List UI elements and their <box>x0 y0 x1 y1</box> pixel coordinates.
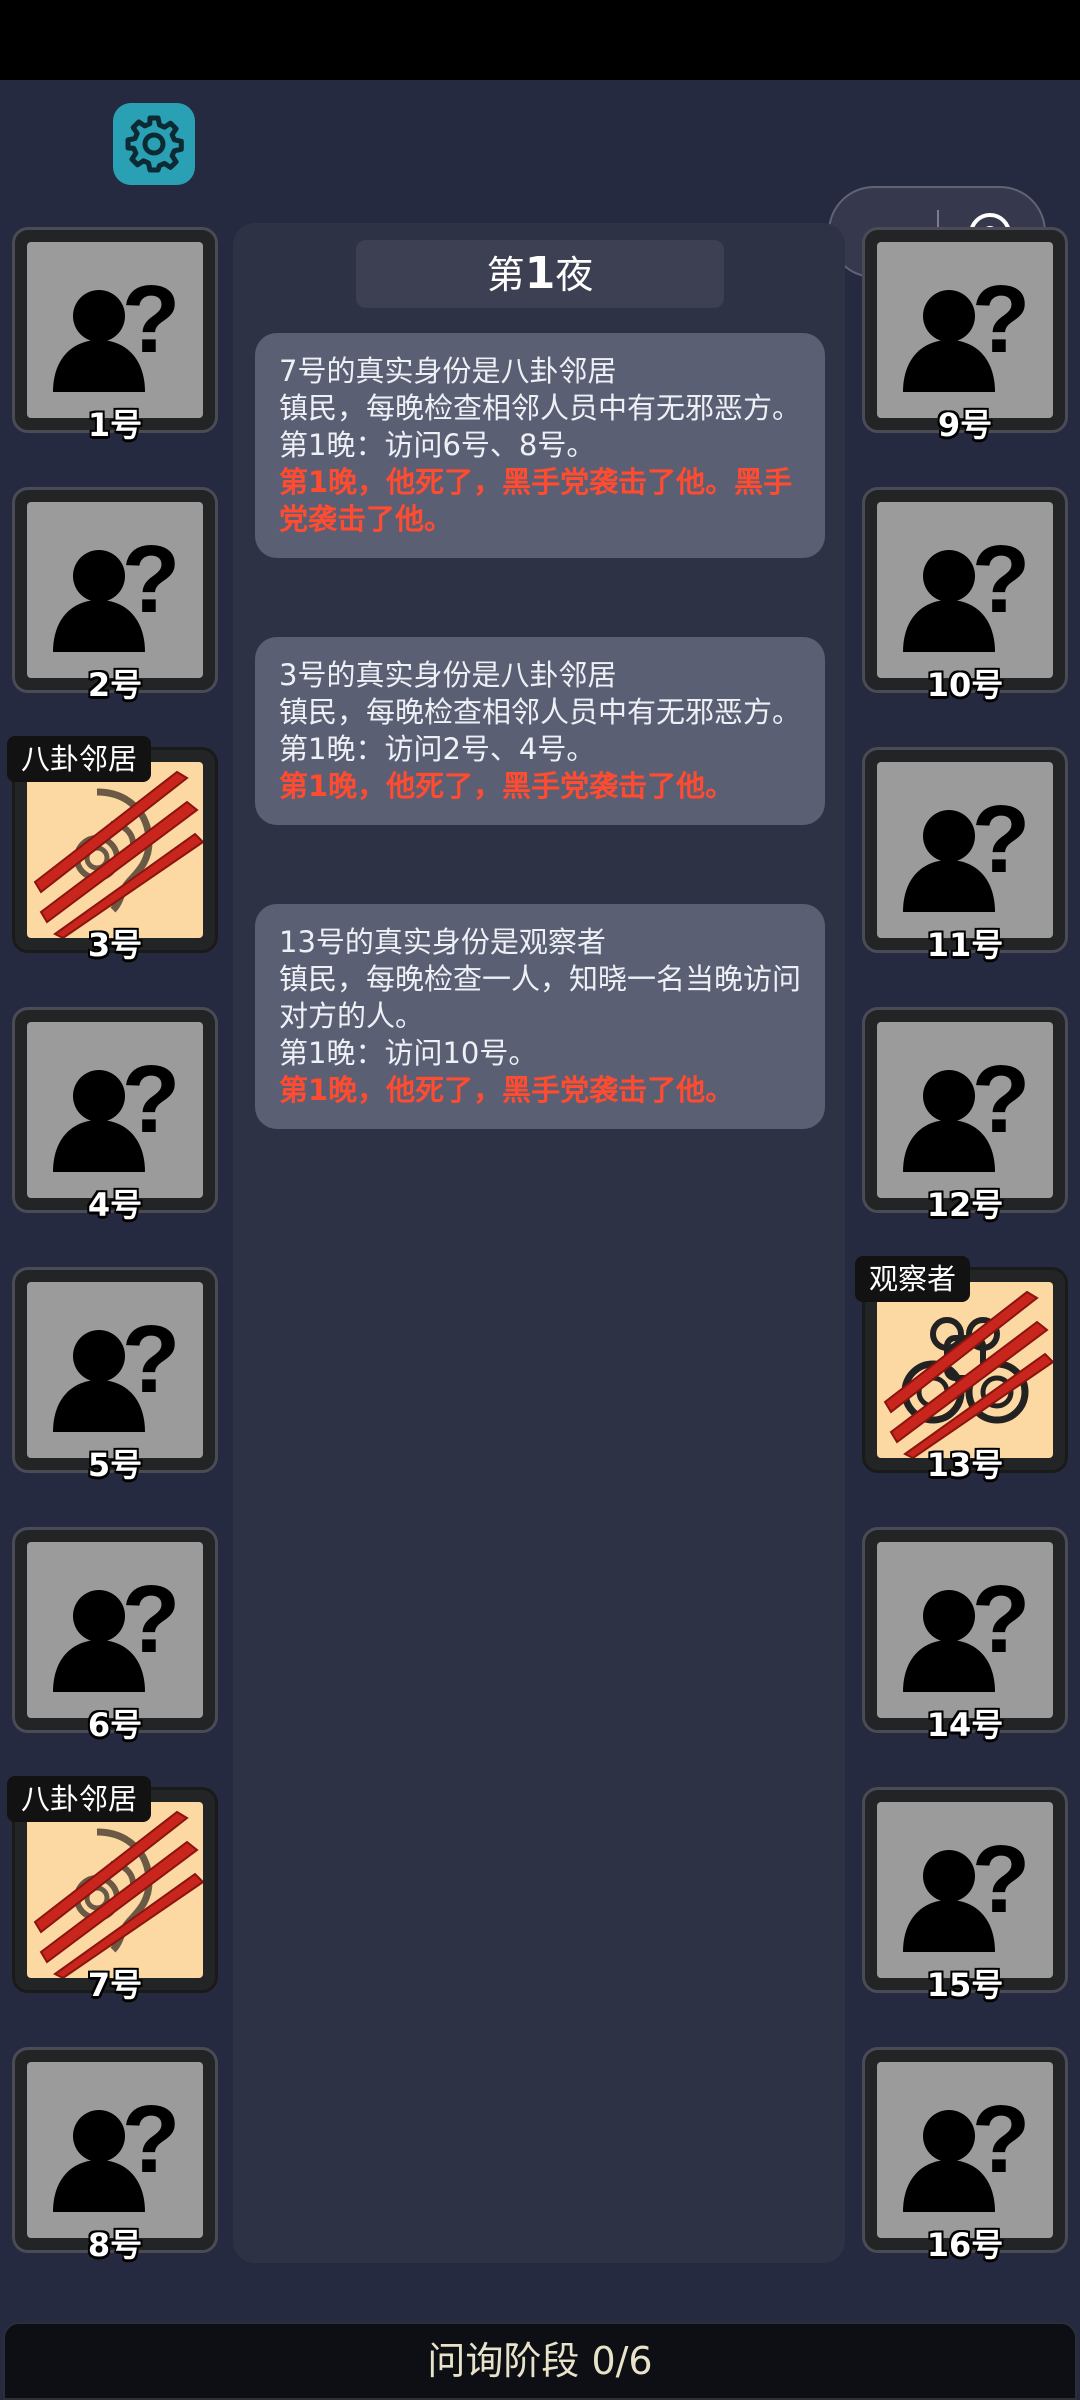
player-number: 15号 <box>926 1966 1004 2004</box>
player-slot[interactable]: 观察者 13号 <box>855 1256 1068 1484</box>
unknown-player-icon: ? <box>877 1022 1053 1198</box>
player-number: 14号 <box>926 1706 1004 1744</box>
player-slot[interactable]: ? 8号 <box>12 2047 218 2264</box>
unknown-player-icon: ? <box>27 1542 203 1718</box>
report-visit: 第1晚：访问6号、8号。 <box>279 428 596 462</box>
status-bar <box>0 0 1080 80</box>
unknown-player-icon: ? <box>27 242 203 418</box>
svg-text:?: ? <box>972 1046 1031 1153</box>
report-identity: 3号的真实身份是八卦邻居 <box>279 658 617 692</box>
report-role-desc: 镇民，每晚检查一人，知晓一名当晚访问对方的人。 <box>279 962 802 1033</box>
report-visit: 第1晚：访问10号。 <box>279 1036 538 1070</box>
player-number: 16号 <box>926 2226 1004 2264</box>
player-slot[interactable]: 八卦邻居 3号 <box>7 736 218 964</box>
player-number: 11号 <box>926 926 1004 964</box>
report-visit: 第1晚：访问2号、4号。 <box>279 732 596 766</box>
player-slot[interactable]: ? 10号 <box>862 487 1068 704</box>
svg-text:?: ? <box>972 1566 1031 1673</box>
player-slot[interactable]: ? 12号 <box>862 1007 1068 1224</box>
player-slot[interactable]: ? 6号 <box>12 1527 218 1744</box>
svg-text:?: ? <box>122 1046 181 1153</box>
role-tag: 八卦邻居 <box>7 1776 152 1822</box>
role-tag: 观察者 <box>855 1256 971 1302</box>
report-card: 3号的真实身份是八卦邻居 镇民，每晚检查相邻人员中有无邪恶方。 第1晚：访问2号、4… <box>255 637 825 825</box>
report-identity: 7号的真实身份是八卦邻居 <box>279 354 617 388</box>
report-death: 第1晚，他死了，黑手党袭击了他。黑手党袭击了他。 <box>279 465 793 536</box>
player-slot[interactable]: ? 2号 <box>12 487 218 704</box>
player-number: 2号 <box>87 666 143 704</box>
svg-text:?: ? <box>972 2086 1031 2193</box>
unknown-player-icon: ? <box>27 502 203 678</box>
player-number: 6号 <box>87 1706 143 1744</box>
player-slot[interactable]: ? 16号 <box>862 2047 1068 2264</box>
player-slot[interactable]: ? 11号 <box>862 747 1068 964</box>
phase-label: 问询阶段 0/6 <box>427 2339 653 2383</box>
player-slot[interactable]: ? 1号 <box>12 227 218 444</box>
player-number: 10号 <box>926 666 1004 704</box>
report-card: 7号的真实身份是八卦邻居 镇民，每晚检查相邻人员中有无邪恶方。 第1晚：访问6号、8… <box>255 333 825 558</box>
player-number: 1号 <box>87 406 143 444</box>
svg-text:?: ? <box>972 526 1031 633</box>
player-slot[interactable]: ? 9号 <box>862 227 1068 444</box>
settings-button[interactable] <box>113 103 195 185</box>
unknown-player-icon: ? <box>27 2062 203 2238</box>
unknown-player-icon: ? <box>27 1022 203 1198</box>
player-slot[interactable]: ? 14号 <box>862 1527 1068 1744</box>
player-number: 5号 <box>87 1446 143 1484</box>
player-slot[interactable]: ? 15号 <box>862 1787 1068 2004</box>
unknown-player-icon: ? <box>27 1282 203 1458</box>
report-card: 13号的真实身份是观察者 镇民，每晚检查一人，知晓一名当晚访问对方的人。 第1晚：访… <box>255 904 825 1129</box>
unknown-player-icon: ? <box>877 1542 1053 1718</box>
unknown-player-icon: ? <box>877 1802 1053 1978</box>
phase-status-bar: 问询阶段 0/6 <box>3 2322 1077 2400</box>
ear-icon <box>27 762 203 938</box>
report-death: 第1晚，他死了，黑手党袭击了他。 <box>279 769 735 803</box>
role-tag: 八卦邻居 <box>7 736 152 782</box>
svg-text:?: ? <box>122 1306 181 1413</box>
player-slot[interactable]: ? 5号 <box>12 1267 218 1484</box>
night-title: 第1夜 <box>356 240 724 308</box>
player-slot[interactable]: 八卦邻居 7号 <box>7 1776 218 2004</box>
binoculars-icon <box>877 1282 1053 1458</box>
player-number: 8号 <box>87 2226 143 2264</box>
svg-text:?: ? <box>972 786 1031 893</box>
report-identity: 13号的真实身份是观察者 <box>279 925 606 959</box>
player-number: 12号 <box>926 1186 1004 1224</box>
player-number: 3号 <box>87 926 143 964</box>
player-slot[interactable]: ? 4号 <box>12 1007 218 1224</box>
unknown-player-icon: ? <box>877 242 1053 418</box>
svg-text:?: ? <box>122 1566 181 1673</box>
svg-text:?: ? <box>122 266 181 373</box>
ear-icon <box>27 1802 203 1978</box>
player-number: 13号 <box>926 1446 1004 1484</box>
report-role-desc: 镇民，每晚检查相邻人员中有无邪恶方。 <box>279 391 802 425</box>
unknown-player-icon: ? <box>877 502 1053 678</box>
svg-text:?: ? <box>122 526 181 633</box>
report-death: 第1晚，他死了，黑手党袭击了他。 <box>279 1073 735 1107</box>
player-number: 4号 <box>87 1186 143 1224</box>
svg-text:?: ? <box>972 266 1031 373</box>
unknown-player-icon: ? <box>877 762 1053 938</box>
gear-icon <box>125 115 184 173</box>
svg-text:?: ? <box>122 2086 181 2193</box>
player-number: 9号 <box>937 406 993 444</box>
player-number: 7号 <box>87 1966 143 2004</box>
svg-text:?: ? <box>972 1826 1031 1933</box>
unknown-player-icon: ? <box>877 2062 1053 2238</box>
report-role-desc: 镇民，每晚检查相邻人员中有无邪恶方。 <box>279 695 802 729</box>
